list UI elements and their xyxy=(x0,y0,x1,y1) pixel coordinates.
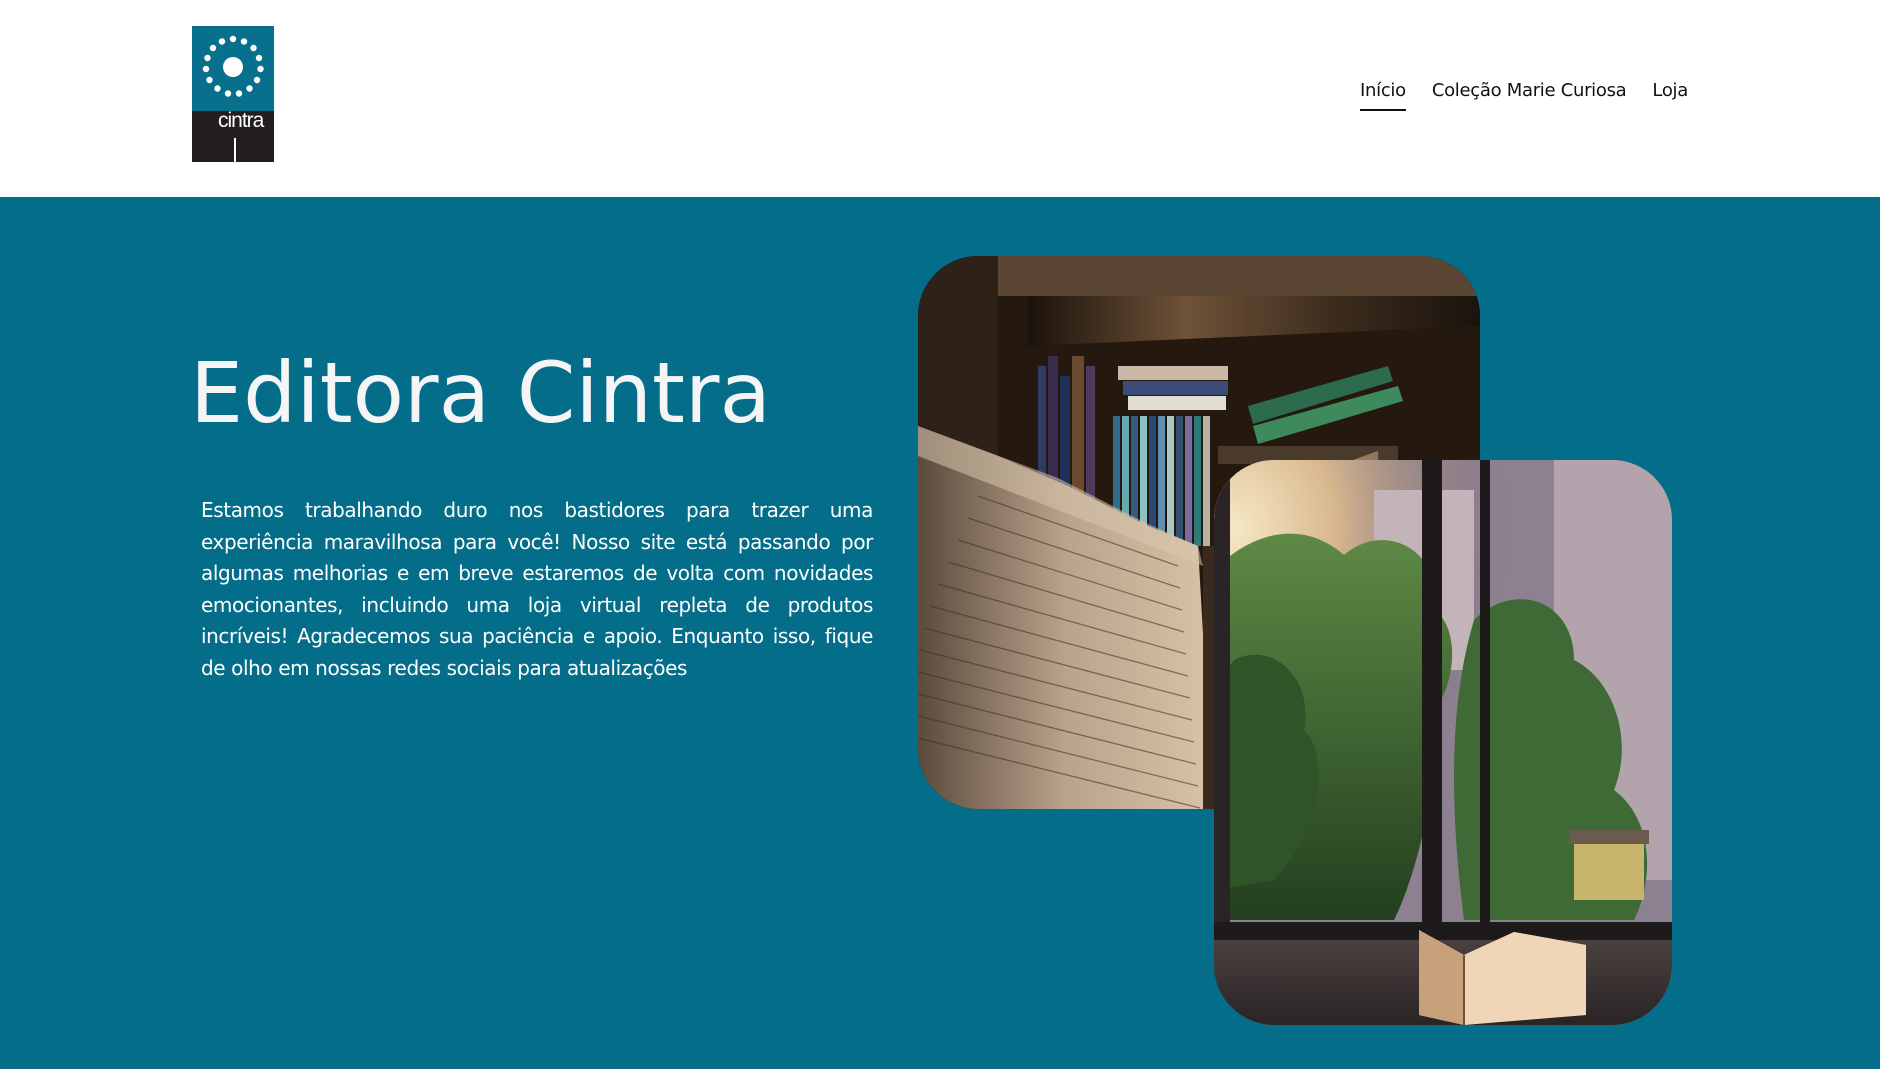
site-header: cintra Início Coleção Marie Curiosa Loja xyxy=(0,0,1880,197)
logo-emblem xyxy=(192,26,274,111)
nav-item-colecao-marie-curiosa[interactable]: Coleção Marie Curiosa xyxy=(1432,80,1627,111)
dots-circle-icon xyxy=(202,35,264,97)
logo-wordmark: cintra xyxy=(218,109,264,132)
cintra-logo[interactable]: cintra xyxy=(192,26,274,162)
nav-item-inicio[interactable]: Início xyxy=(1360,80,1406,111)
hero-section: Editora Cintra Estamos trabalhando duro … xyxy=(0,197,1880,1069)
nav-item-loja[interactable]: Loja xyxy=(1652,80,1688,111)
window-photo xyxy=(1214,460,1672,1025)
main-nav: Início Coleção Marie Curiosa Loja xyxy=(1360,80,1688,111)
hero-description: Estamos trabalhando duro nos bastidores … xyxy=(201,498,873,680)
logo-divider xyxy=(234,138,236,162)
page-title: Editora Cintra xyxy=(190,344,771,442)
